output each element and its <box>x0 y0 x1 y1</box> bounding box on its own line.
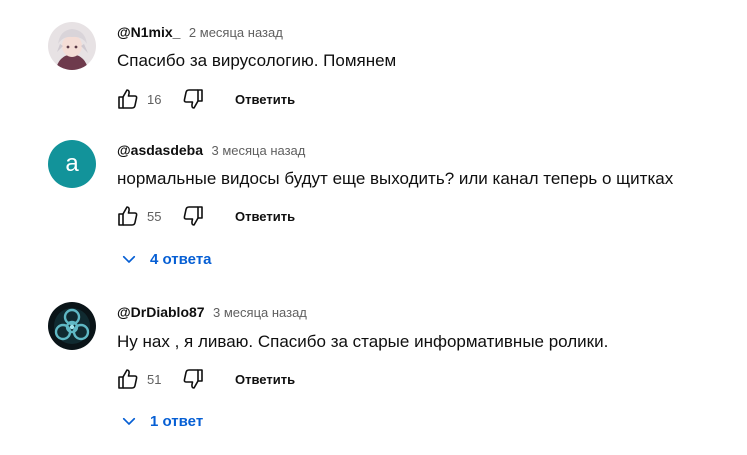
comment-text: Ну нах , я ливаю. Спасибо за старые инфо… <box>117 332 609 351</box>
author-name[interactable]: @N1mix_ <box>117 24 180 40</box>
dislike-button[interactable] <box>177 200 209 232</box>
comment-time[interactable]: 3 месяца назад <box>211 143 305 158</box>
dislike-button[interactable] <box>177 363 209 395</box>
avatar[interactable] <box>48 302 96 350</box>
replies-count-label: 1 ответ <box>150 412 204 430</box>
like-icon <box>118 89 138 109</box>
like-count: 16 <box>147 91 162 107</box>
replies-count-label: 4 ответа <box>150 250 212 268</box>
author-name[interactable]: @asdasdeba <box>117 142 203 158</box>
like-button[interactable] <box>112 83 144 115</box>
like-icon <box>118 206 138 226</box>
like-icon <box>118 369 138 389</box>
avatar[interactable]: a <box>48 140 96 188</box>
like-count: 51 <box>147 371 162 387</box>
comment-header: @DrDiablo87 3 месяца назад <box>117 302 307 322</box>
comment-text: Спасибо за вирусологию. Помянем <box>117 51 397 70</box>
comment-time[interactable]: 2 месяца назад <box>189 25 283 40</box>
dislike-icon <box>183 369 203 389</box>
comment-text: нормальные видосы будут еще выходить? ил… <box>117 169 674 188</box>
like-count: 55 <box>147 208 162 224</box>
comment-time[interactable]: 3 месяца назад <box>213 305 307 320</box>
reply-button[interactable]: Ответить <box>229 201 301 232</box>
comment-toolbar: 51 Ответить <box>112 363 301 395</box>
comment-toolbar: 55 Ответить <box>112 200 301 232</box>
dislike-button[interactable] <box>177 83 209 115</box>
reply-button[interactable]: Ответить <box>229 364 301 395</box>
chevron-down-icon <box>122 255 136 263</box>
dislike-icon <box>183 206 203 226</box>
replies-toggle-button[interactable]: 1 ответ <box>120 408 203 434</box>
chevron-down-icon <box>122 417 136 425</box>
like-button[interactable] <box>112 363 144 395</box>
like-button[interactable] <box>112 200 144 232</box>
reply-button[interactable]: Ответить <box>229 84 301 115</box>
comment-toolbar: 16 Ответить <box>112 83 301 115</box>
comment-header: @N1mix_ 2 месяца назад <box>117 22 283 42</box>
dislike-icon <box>183 89 203 109</box>
replies-toggle-button[interactable]: 4 ответа <box>120 246 212 272</box>
author-name[interactable]: @DrDiablo87 <box>117 304 205 320</box>
avatar[interactable] <box>48 22 96 70</box>
comment-header: @asdasdeba 3 месяца назад <box>117 140 305 160</box>
avatar-letter: a <box>65 150 79 177</box>
